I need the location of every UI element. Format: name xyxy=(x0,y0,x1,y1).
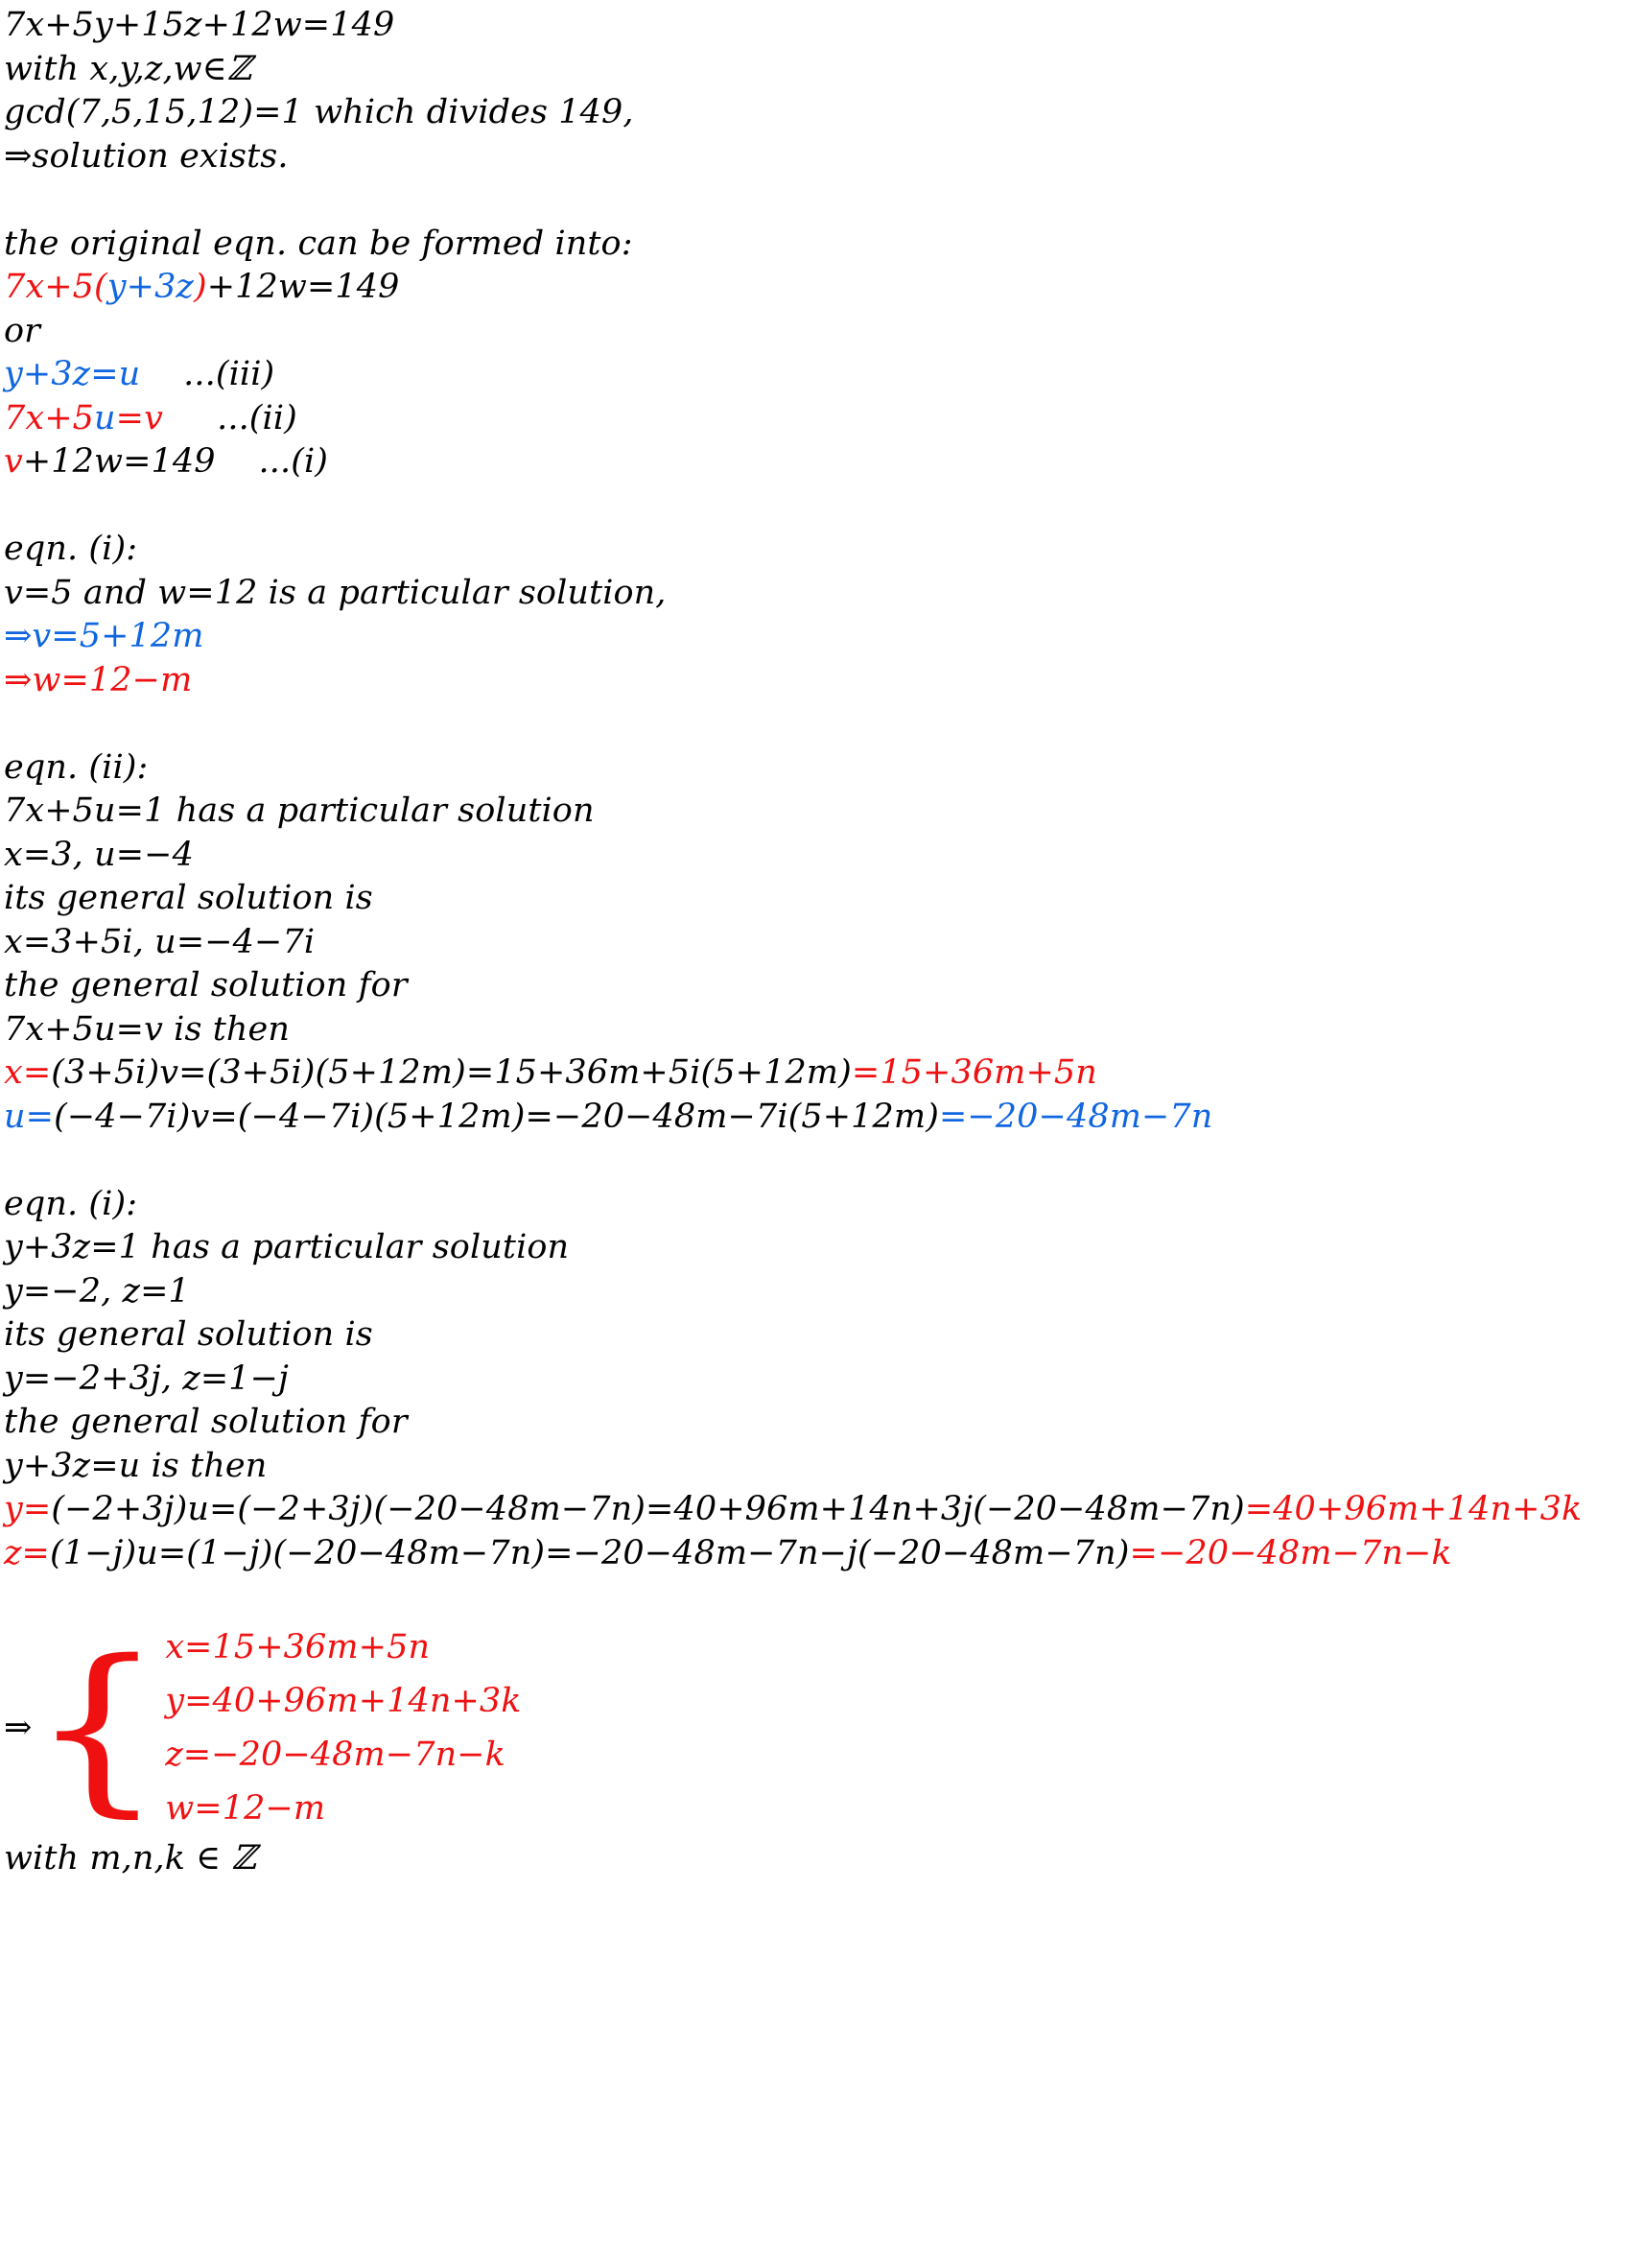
derivation-u-middle: (−4−7i)v=(−4−7i)(5+12m)=−20−48m−7i(5+12m… xyxy=(54,1097,939,1136)
derivation-u-result: =−20−48m−7n xyxy=(938,1097,1213,1136)
derivation-x-result: =15+36m+5n xyxy=(851,1053,1097,1092)
derivation-u: u=(−4−7i)v=(−4−7i)(5+12m)=−20−48m−7i(5+1… xyxy=(4,1096,1644,1140)
general-values-iii: y=−2+3j, z=1−j xyxy=(4,1358,290,1398)
equation-grouped: 7x+5(y+3z)+12w=149 xyxy=(4,266,1644,310)
equation-i: v+12w=149 ...(i) xyxy=(4,440,1644,484)
general-w: ⇒w=12−m xyxy=(4,660,193,699)
equation-i-v: v xyxy=(4,442,23,481)
equation-ii-part1: 7x+5 xyxy=(4,398,95,437)
grouped-prefix: 7x+5( xyxy=(4,268,107,306)
solution-exists-statement: ⇒solution exists. xyxy=(4,136,289,176)
grouped-inner: y+3z xyxy=(106,268,194,306)
or-connector: or xyxy=(4,311,41,350)
heading-eqn-i-second: eqn. (i): xyxy=(4,1184,138,1223)
equation-ii-part2: =v xyxy=(115,398,163,437)
equation-iii-body: y+3z=u xyxy=(4,355,141,393)
equation-iii-restated: y+3z=u is then xyxy=(4,1446,268,1485)
left-brace-icon: { xyxy=(31,1620,165,1833)
particular-solution-ii: 7x+5u=1 has a particular solution xyxy=(4,791,595,830)
general-solution-for-label-iii: the general solution for xyxy=(4,1403,408,1441)
system-row-x: x=15+36m+5n xyxy=(165,1628,431,1666)
system-row-w: w=12−m xyxy=(165,1789,326,1828)
gcd-statement: gcd(7,5,15,12)=1 which divides 149, xyxy=(4,93,634,131)
derivation-z-result: =−20−48m−7n−k xyxy=(1129,1533,1452,1572)
particular-values-ii: x=3, u=−4 xyxy=(4,835,194,874)
derivation-y-lhs: y= xyxy=(4,1490,52,1528)
general-v: ⇒v=5+12m xyxy=(4,617,204,655)
final-system: ⇒ { x=15+36m+5n y=40+96m+14n+3k z=−20−48… xyxy=(4,1619,1644,1837)
general-solution-for-label-ii: the general solution for xyxy=(4,966,408,1004)
system-row-y: y=40+96m+14n+3k xyxy=(165,1682,522,1720)
derivation-z-middle: (1−j)u=(1−j)(−20−48m−7n)=−20−48m−7n−j(−2… xyxy=(49,1533,1130,1572)
equation-ii-label: ...(ii) xyxy=(162,398,297,437)
derivation-u-lhs: u= xyxy=(4,1097,55,1136)
derivation-x: x=(3+5i)v=(3+5i)(5+12m)=15+36m+5i(5+12m)… xyxy=(4,1051,1644,1096)
derivation-x-lhs: x= xyxy=(4,1053,52,1092)
system-row-z: z=−20−48m−7n−k xyxy=(165,1736,505,1774)
particular-solution-i: v=5 and w=12 is a particular solution, xyxy=(4,573,667,612)
derivation-y-middle: (−2+3j)u=(−2+3j)(−20−48m−7n)=40+96m+14n+… xyxy=(51,1490,1245,1528)
equation-iii: y+3z=u ...(iii) xyxy=(4,353,1644,397)
domain-statement: with x,y,z,w∈ℤ xyxy=(4,49,252,88)
system-rows: x=15+36m+5n y=40+96m+14n+3k z=−20−48m−7n… xyxy=(165,1620,521,1835)
derivation-x-middle: (3+5i)v=(3+5i)(5+12m)=15+36m+5i(5+12m) xyxy=(51,1053,852,1092)
equation-original: 7x+5y+15z+12w=149 xyxy=(4,6,395,44)
derivation-y-result: =40+96m+14n+3k xyxy=(1244,1490,1583,1528)
grouped-suffix: +12w=149 xyxy=(206,268,400,306)
general-solution-label-iii: its general solution is xyxy=(4,1315,373,1354)
derivation-z-lhs: z= xyxy=(4,1533,50,1572)
equation-ii-restated: 7x+5u=v is then xyxy=(4,1009,291,1049)
heading-eqn-ii: eqn. (ii): xyxy=(4,747,149,787)
equation-ii-u: u xyxy=(94,398,116,437)
derivation-y: y=(−2+3j)u=(−2+3j)(−20−48m−7n)=40+96m+14… xyxy=(4,1488,1644,1532)
parameter-domain-statement: with m,n,k ∈ ℤ xyxy=(4,1838,257,1878)
general-values-ii: x=3+5i, u=−4−7i xyxy=(4,922,316,961)
equation-ii: 7x+5u=v ...(ii) xyxy=(4,397,1644,441)
math-solution-page: 7x+5y+15z+12w=149 with x,y,z,w∈ℤ gcd(7,5… xyxy=(0,0,1644,2268)
derivation-z: z=(1−j)u=(1−j)(−20−48m−7n)=−20−48m−7n−j(… xyxy=(4,1532,1644,1576)
equation-iii-label: ...(iii) xyxy=(140,355,275,393)
particular-solution-iii: y+3z=1 has a particular solution xyxy=(4,1228,570,1266)
particular-values-iii: y=−2, z=1 xyxy=(4,1271,190,1311)
equation-i-rest: +12w=149 ...(i) xyxy=(22,442,329,481)
grouped-close-paren: ) xyxy=(193,268,207,306)
reformulation-heading: the original eqn. can be formed into: xyxy=(4,224,633,263)
general-solution-label-ii: its general solution is xyxy=(4,879,373,917)
heading-eqn-i: eqn. (i): xyxy=(4,530,138,568)
